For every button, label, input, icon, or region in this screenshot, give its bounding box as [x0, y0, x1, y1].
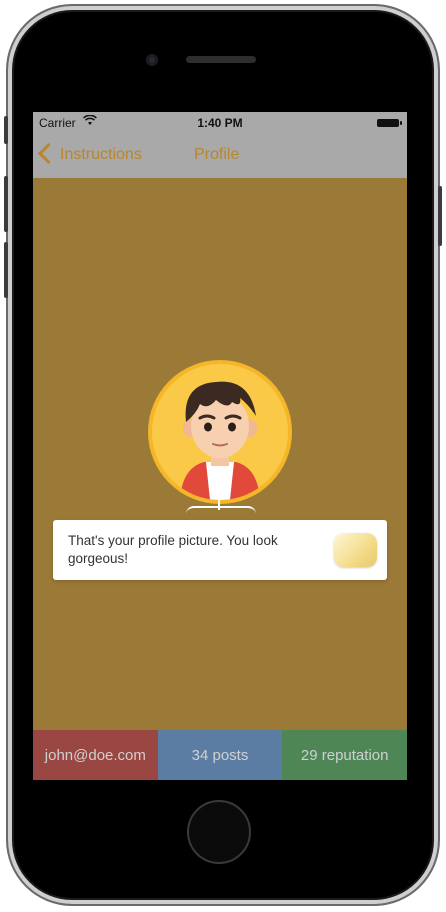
boy-avatar-icon: [152, 364, 288, 500]
stat-posts-label: 34 posts: [191, 746, 249, 764]
tooltip-badge-icon: [334, 533, 377, 567]
page-title: Profile: [194, 146, 240, 163]
battery-icon: [377, 119, 402, 127]
stat-reputation-label: 29 reputation: [300, 746, 389, 764]
stat-email[interactable]: john@doe.com: [33, 730, 158, 780]
tooltip-pointer-arc: [186, 506, 256, 514]
status-bar: Carrier 1:40 PM: [33, 112, 407, 134]
instruction-tooltip[interactable]: That's your profile picture. You look go…: [53, 520, 387, 580]
status-time: 1:40 PM: [197, 116, 243, 130]
mute-switch: [4, 116, 8, 144]
volume-down-button: [4, 242, 8, 298]
power-button: [438, 186, 442, 246]
stats-bar: john@doe.com 34 posts 29 reputation: [33, 730, 407, 780]
stat-posts[interactable]: 34 posts: [157, 730, 283, 780]
earpiece-speaker: [186, 56, 256, 63]
home-button[interactable]: [187, 800, 251, 864]
volume-up-button: [4, 176, 8, 232]
profile-avatar[interactable]: [152, 364, 288, 500]
navigation-bar: Instructions Profile: [33, 134, 407, 178]
app-screen: Carrier 1:40 PM Instructions Profile Tha…: [33, 112, 407, 780]
chevron-left-icon[interactable]: [37, 142, 60, 165]
stat-reputation[interactable]: 29 reputation: [282, 730, 407, 780]
stat-email-label: john@doe.com: [44, 746, 146, 764]
front-camera: [146, 54, 158, 66]
back-button[interactable]: Instructions: [60, 146, 142, 164]
tooltip-text: That's your profile picture. You look go…: [68, 533, 278, 566]
